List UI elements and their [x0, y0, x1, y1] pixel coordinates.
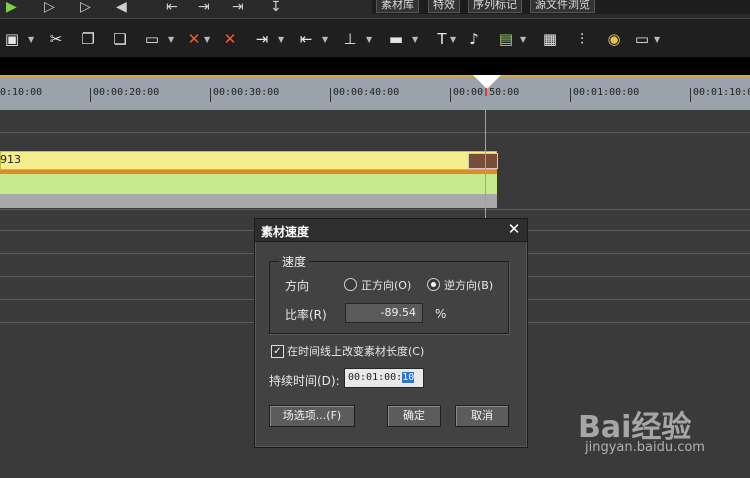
chevron-down-icon[interactable]: ▼ — [28, 35, 36, 45]
ruler-label: 0:10:00 — [0, 87, 43, 98]
chevron-down-icon[interactable]: ▼ — [168, 35, 176, 45]
cut-icon[interactable]: ✂ — [46, 29, 66, 49]
timecode-ruler[interactable]: 0:10:00 00:00:20:00 00:00:30:00 00:00:40… — [0, 75, 750, 110]
jump-mid-icon[interactable]: ⇥ — [198, 0, 210, 14]
change-length-label[interactable]: 在时间线上改变素材长度(C) — [287, 343, 424, 359]
jump-start-icon[interactable]: ⇤ — [166, 0, 178, 14]
watermark-url: jingyan.baidu.com — [585, 440, 705, 455]
duration-input[interactable]: 00:01:00:10 — [344, 368, 424, 388]
delete-icon[interactable]: ✕ — [184, 29, 204, 49]
forward-label[interactable]: 正方向(O) — [361, 277, 411, 293]
timeline-track[interactable] — [0, 110, 750, 133]
mixer-icon[interactable]: ⫶ — [572, 29, 592, 49]
tab-effects[interactable]: 特效 — [428, 0, 460, 13]
dialog-title: 素材速度 — [261, 225, 310, 239]
copy-icon[interactable]: ❐ — [78, 29, 98, 49]
ruler-tick — [210, 88, 211, 102]
clip-icon[interactable]: ▭ — [142, 29, 162, 49]
change-length-checkbox[interactable]: ✓ — [271, 345, 284, 358]
ruler-label: 00:00:30:00 — [213, 87, 280, 98]
set-in-icon[interactable]: ⇥ — [252, 29, 272, 49]
mic-icon[interactable]: ♪ — [464, 29, 484, 49]
display-icon[interactable]: ▭ — [632, 29, 652, 49]
playhead-line-top — [485, 88, 487, 96]
ruler-label: 00:01:10:0 — [693, 87, 750, 98]
jump-end-icon[interactable]: ⇥ — [232, 0, 244, 14]
chevron-down-icon[interactable]: ▼ — [204, 35, 212, 45]
title-icon[interactable]: T — [432, 29, 452, 49]
loop-icon[interactable]: ▷ — [80, 0, 91, 14]
next-icon[interactable]: ↧ — [270, 0, 282, 14]
split-icon[interactable]: ⊥ — [340, 29, 360, 49]
chevron-down-icon[interactable]: ▼ — [366, 35, 374, 45]
chevron-down-icon[interactable]: ▼ — [322, 35, 330, 45]
playhead-line — [485, 88, 486, 218]
reverse-radio[interactable] — [427, 278, 440, 291]
timeline-track[interactable] — [0, 133, 750, 151]
cancel-button[interactable]: 取消 — [455, 405, 509, 427]
close-icon[interactable]: ✕ — [505, 220, 523, 238]
speed-group — [269, 261, 509, 334]
top-tab-bar: 素材库 特效 序列标记 源文件浏览 — [372, 0, 750, 14]
rate-unit: % — [435, 307, 447, 321]
render-icon[interactable]: ▤ — [496, 29, 516, 49]
grid-icon[interactable]: ▦ — [540, 29, 560, 49]
ripple-delete-icon[interactable]: ✕ — [220, 29, 240, 49]
play-icon[interactable]: ▶ — [6, 0, 17, 14]
ruler-label: 00:01:00:00 — [573, 87, 640, 98]
playhead-marker[interactable] — [473, 75, 501, 89]
color-icon[interactable]: ◉ — [604, 29, 624, 49]
ok-button[interactable]: 确定 — [387, 405, 441, 427]
ruler-tick — [450, 88, 451, 102]
timeline-scroll-area — [0, 57, 750, 75]
direction-label: 方向 — [285, 279, 310, 293]
chevron-down-icon[interactable]: ▼ — [520, 35, 528, 45]
audio-clip-lower[interactable] — [0, 194, 497, 208]
clip-speed-dialog: 素材速度 ✕ 速度 方向 正方向(O) 逆方向(B) 比率(R) -89.54 … — [254, 218, 528, 448]
prev-icon[interactable]: ◀ — [116, 0, 127, 14]
duration-selected: 10 — [402, 372, 415, 383]
clip-thumbnail — [468, 153, 498, 169]
tab-source-browser[interactable]: 源文件浏览 — [530, 0, 595, 13]
ruler-label: 00:00:40:00 — [333, 87, 400, 98]
ruler-label: 00:00:20:00 — [93, 87, 160, 98]
ruler-tick — [570, 88, 571, 102]
paste-icon[interactable]: ❏ — [110, 29, 130, 49]
save-icon[interactable]: ▣ — [2, 29, 22, 49]
tab-sequence-markers[interactable]: 序列标记 — [468, 0, 522, 13]
ruler-tick — [90, 88, 91, 102]
tab-library[interactable]: 素材库 — [376, 0, 419, 13]
reverse-label[interactable]: 逆方向(B) — [444, 277, 493, 293]
set-out-icon[interactable]: ⇤ — [296, 29, 316, 49]
play-clip-icon[interactable]: ▷ — [44, 0, 55, 14]
duration-prefix: 00:01:00: — [348, 372, 403, 383]
chevron-down-icon[interactable]: ▼ — [450, 35, 458, 45]
video-clip[interactable] — [0, 151, 497, 170]
ruler-tick — [690, 88, 691, 102]
dialog-titlebar[interactable]: 素材速度 ✕ — [255, 219, 527, 242]
rate-input[interactable]: -89.54 — [345, 303, 423, 323]
forward-radio[interactable] — [344, 278, 357, 291]
chevron-down-icon[interactable]: ▼ — [412, 35, 420, 45]
audio-mix-icon[interactable]: ▬ — [386, 29, 406, 49]
rate-label: 比率(R) — [285, 308, 327, 322]
clip-label: 913 — [0, 153, 21, 166]
chevron-down-icon[interactable]: ▼ — [278, 35, 286, 45]
ruler-tick — [330, 88, 331, 102]
audio-clip[interactable] — [0, 174, 497, 194]
speed-group-label: 速度 — [279, 253, 310, 270]
chevron-down-icon[interactable]: ▼ — [654, 35, 662, 45]
duration-label: 持续时间(D): — [269, 374, 340, 388]
field-options-button[interactable]: 场选项...(F) — [269, 405, 355, 427]
timeline-toolbar: ▣ ▼ ✂ ❐ ❏ ▭ ▼ ✕ ▼ ✕ ⇥ ▼ ⇤ ▼ ⊥ ▼ ▬ ▼ T ▼ ♪ ▤ ▼ ▦ ⫶… — [0, 18, 750, 57]
